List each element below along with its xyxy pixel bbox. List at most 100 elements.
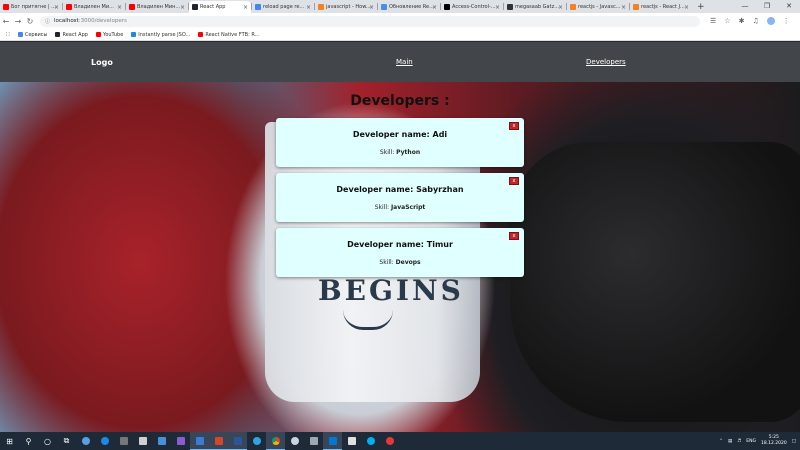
- translate-icon[interactable]: ☰: [710, 17, 716, 25]
- tab-title: megasaab Gatz...: [515, 4, 559, 10]
- powerpoint-icon[interactable]: [209, 432, 228, 450]
- store-icon[interactable]: [133, 432, 152, 450]
- tab-favicon-icon: [255, 4, 261, 10]
- tab-close-icon[interactable]: ×: [432, 4, 437, 11]
- app-icon[interactable]: [342, 432, 361, 450]
- skype-icon[interactable]: [361, 432, 380, 450]
- browser-tab[interactable]: megasaab Gatz... ×: [504, 1, 566, 13]
- nav-link-main[interactable]: Main: [396, 58, 413, 66]
- notifications-icon[interactable]: □: [792, 439, 796, 444]
- tab-close-icon[interactable]: ×: [180, 4, 185, 11]
- browser-tab[interactable]: Бог притягне | ... ×: [0, 1, 62, 13]
- bookmarks-bar: ∷ Сервисы React App YouTube Instantly parse …: [0, 29, 800, 41]
- apps-grid-icon[interactable]: ∷: [6, 31, 10, 38]
- search-icon[interactable]: ⚲: [19, 432, 38, 450]
- browser-tab[interactable]: reactjs - React J... ×: [630, 1, 692, 13]
- edge-icon[interactable]: [95, 432, 114, 450]
- tab-favicon-icon: [3, 4, 9, 10]
- skill-value: Devops: [395, 259, 421, 266]
- url-input[interactable]: ⓘ localhost:3000/developers: [40, 15, 700, 27]
- media-icon[interactable]: ♫: [752, 17, 758, 25]
- delete-button[interactable]: x: [509, 177, 519, 185]
- skill-label: Skill:: [374, 204, 390, 211]
- tab-close-icon[interactable]: ×: [117, 4, 122, 11]
- skill-value: Python: [396, 149, 421, 156]
- tab-title: Обновление Re...: [389, 4, 434, 10]
- bookmark-item[interactable]: Сервисы: [17, 32, 47, 38]
- star-icon[interactable]: ☆: [724, 17, 730, 25]
- chrome-icon[interactable]: [266, 432, 285, 450]
- taskbar: ⊞ ⚲ ○ ⧉ ⌃ ▤ ♬ ENG 5:25 18.12.2020 □: [0, 432, 800, 450]
- developer-name: Developer name: Timur: [347, 240, 453, 249]
- vscode-icon[interactable]: [323, 432, 342, 450]
- volume-icon[interactable]: ♬: [737, 439, 741, 444]
- skill-label: Skill:: [379, 259, 394, 266]
- forward-icon[interactable]: →: [12, 17, 24, 26]
- reload-icon[interactable]: ↻: [24, 17, 36, 26]
- browser-tab[interactable]: reactjs - Javasc... ×: [567, 1, 629, 13]
- app-icon[interactable]: [304, 432, 323, 450]
- info-icon[interactable]: ⓘ: [45, 18, 50, 25]
- tab-close-icon[interactable]: ×: [558, 4, 563, 11]
- tab-close-icon[interactable]: ×: [369, 4, 374, 11]
- extensions-icon[interactable]: ✱: [739, 17, 745, 25]
- delete-button[interactable]: x: [509, 232, 519, 240]
- tray-chevron-icon[interactable]: ⌃: [719, 439, 723, 444]
- tab-close-icon[interactable]: ×: [243, 4, 248, 11]
- skill-label: Skill:: [379, 149, 395, 156]
- language-indicator[interactable]: ENG: [746, 439, 756, 444]
- steam-icon[interactable]: [285, 432, 304, 450]
- browser-tab[interactable]: reload page re... ×: [252, 1, 314, 13]
- tab-close-icon[interactable]: ×: [621, 4, 626, 11]
- bookmark-item[interactable]: React Native FTB: R...: [198, 32, 259, 38]
- tab-close-icon[interactable]: ×: [495, 4, 500, 11]
- app-icon[interactable]: [190, 432, 209, 450]
- maximize-icon[interactable]: ❐: [756, 0, 778, 13]
- nav-link-developers[interactable]: Developers: [586, 58, 626, 66]
- bookmark-item[interactable]: React App: [55, 32, 88, 38]
- cortana-icon[interactable]: ○: [38, 432, 57, 450]
- minimize-icon[interactable]: —: [734, 0, 756, 13]
- task-view-icon[interactable]: ⧉: [57, 432, 76, 450]
- word-icon[interactable]: [228, 432, 247, 450]
- browser-tab[interactable]: Владилен Ми... ×: [63, 1, 125, 13]
- windows-start-icon[interactable]: ⊞: [0, 432, 19, 450]
- browser-tab[interactable]: Владилен Мин... ×: [126, 1, 188, 13]
- tab-title: Владилен Ми...: [74, 4, 114, 10]
- clock[interactable]: 5:25 18.12.2020: [761, 435, 787, 447]
- app-icon[interactable]: [76, 432, 95, 450]
- browser-tab[interactable]: javascript - How... ×: [315, 1, 377, 13]
- bookmark-favicon-icon: [17, 32, 23, 37]
- browser-tab[interactable]: React App ×: [189, 1, 251, 13]
- developer-skill: Skill: Devops: [276, 259, 524, 266]
- tab-close-icon[interactable]: ×: [54, 4, 59, 11]
- network-icon[interactable]: ▤: [728, 439, 732, 444]
- logo[interactable]: Logo: [91, 58, 113, 67]
- bookmark-item[interactable]: YouTube: [95, 32, 123, 38]
- telegram-icon[interactable]: [247, 432, 266, 450]
- app-icon[interactable]: [380, 432, 399, 450]
- tab-favicon-icon: [318, 4, 324, 10]
- back-icon[interactable]: ←: [0, 17, 12, 26]
- browser-tab[interactable]: Access-Control-... ×: [441, 1, 503, 13]
- calculator-icon[interactable]: [114, 432, 133, 450]
- browser-tab[interactable]: Обновление Re... ×: [378, 1, 440, 13]
- address-bar-row: ← → ↻ ⓘ localhost:3000/developers ☰ ☆ ✱ …: [0, 13, 800, 29]
- bookmark-item[interactable]: Instantly parse JSO...: [131, 32, 190, 38]
- bookmark-label: Instantly parse JSO...: [138, 31, 191, 38]
- url-host: localhost: [54, 18, 79, 24]
- tab-title: React App: [200, 4, 226, 10]
- developer-card: x Developer name: Timur Skill: Devops: [276, 228, 524, 277]
- profile-avatar[interactable]: [766, 17, 775, 25]
- tab-favicon-icon: [444, 4, 450, 10]
- tab-close-icon[interactable]: ×: [684, 4, 689, 11]
- bookmark-favicon-icon: [95, 32, 101, 37]
- tab-favicon-icon: [507, 4, 513, 10]
- delete-button[interactable]: x: [509, 122, 519, 130]
- app-icon[interactable]: [171, 432, 190, 450]
- mail-icon[interactable]: [152, 432, 171, 450]
- menu-icon[interactable]: ⋮: [783, 17, 790, 25]
- tab-close-icon[interactable]: ×: [306, 4, 311, 11]
- close-window-icon[interactable]: ✕: [778, 0, 800, 13]
- new-tab-button[interactable]: +: [692, 1, 710, 13]
